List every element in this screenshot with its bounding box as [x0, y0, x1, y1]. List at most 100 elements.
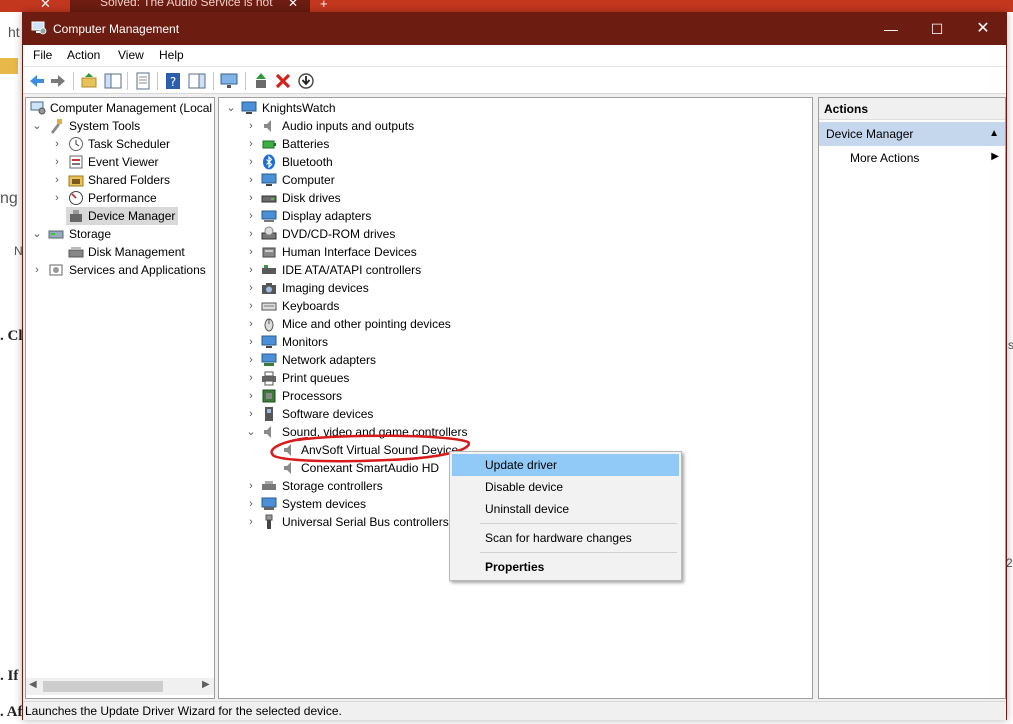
- chevron-right-icon[interactable]: ›: [31, 261, 43, 279]
- tree-node-audio-inputs[interactable]: › Audio inputs and outputs: [221, 117, 621, 135]
- tree-node-task-scheduler[interactable]: › Task Scheduler: [28, 135, 214, 153]
- browser-tab[interactable]: Solved: The Audio Service is not ✕: [70, 0, 310, 12]
- tree-node-disk-drives[interactable]: › Disk drives: [221, 189, 621, 207]
- browser-new-tab-icon[interactable]: +: [320, 0, 328, 11]
- chevron-right-icon[interactable]: ›: [245, 315, 257, 333]
- chevron-right-icon[interactable]: ›: [245, 117, 257, 135]
- tree-node-computer[interactable]: › Computer: [221, 171, 621, 189]
- close-button[interactable]: ✕: [960, 13, 1006, 45]
- chevron-down-icon[interactable]: ⌄: [31, 117, 43, 135]
- disable-device-menu-item[interactable]: Disable device: [452, 476, 679, 498]
- download-arrow-icon[interactable]: [296, 71, 316, 91]
- minimize-button[interactable]: —: [868, 13, 914, 45]
- scrollbar-thumb[interactable]: [43, 681, 163, 692]
- browser-folder-icon: [0, 58, 18, 74]
- tree-node-shared-folders[interactable]: › Shared Folders: [28, 171, 214, 189]
- properties-icon[interactable]: [133, 71, 153, 91]
- tree-node-network-adapters[interactable]: › Network adapters: [221, 351, 621, 369]
- menu-view[interactable]: View: [118, 48, 144, 62]
- chevron-right-icon[interactable]: ›: [245, 153, 257, 171]
- uninstall-x-icon[interactable]: [273, 71, 293, 91]
- tree-node-imaging-devices[interactable]: › Imaging devices: [221, 279, 621, 297]
- tree-node-display-adapters[interactable]: › Display adapters: [221, 207, 621, 225]
- back-arrow-icon[interactable]: [27, 71, 47, 91]
- tree-node-performance[interactable]: › Performance: [28, 189, 214, 207]
- chevron-right-icon[interactable]: ›: [245, 513, 257, 531]
- browser-tab-close-icon[interactable]: ✕: [288, 0, 298, 10]
- chevron-right-icon[interactable]: ›: [245, 351, 257, 369]
- update-driver-icon[interactable]: [251, 71, 271, 91]
- scan-for-hardware-changes-menu-item[interactable]: Scan for hardware changes: [452, 527, 679, 549]
- battery-icon: [262, 140, 276, 149]
- browser-close-tab-icon[interactable]: ✕: [40, 0, 51, 12]
- menu-action[interactable]: Action: [67, 48, 100, 62]
- update-driver-menu-item[interactable]: Update driver: [452, 454, 679, 476]
- title-bar[interactable]: Computer Management — ☐ ✕: [23, 13, 1006, 45]
- tree-node-services-and-applications[interactable]: › Services and Applications: [28, 261, 214, 279]
- tree-node-monitors[interactable]: › Monitors: [221, 333, 621, 351]
- speaker-icon: [264, 120, 271, 132]
- chevron-right-icon[interactable]: ›: [245, 477, 257, 495]
- monitor-icon: [261, 335, 277, 348]
- tree-node-computer-management[interactable]: Computer Management (Local: [28, 99, 214, 117]
- chevron-right-icon[interactable]: ›: [245, 369, 257, 387]
- scroll-left-arrow-icon[interactable]: ◀: [29, 679, 37, 690]
- tree-node-mice[interactable]: › Mice and other pointing devices: [221, 315, 621, 333]
- tree-node-processors[interactable]: › Processors: [221, 387, 621, 405]
- tree-node-keyboards[interactable]: › Keyboards: [221, 297, 621, 315]
- chevron-right-icon[interactable]: ›: [245, 297, 257, 315]
- network-adapter-icon: [261, 353, 277, 366]
- chevron-right-icon[interactable]: ›: [245, 225, 257, 243]
- more-actions-item[interactable]: More Actions ▶: [819, 148, 1005, 168]
- chevron-right-icon[interactable]: ›: [245, 387, 257, 405]
- uninstall-device-menu-item[interactable]: Uninstall device: [452, 498, 679, 520]
- tree-node-disk-management[interactable]: Disk Management: [28, 243, 214, 261]
- show-hide-console-tree-icon[interactable]: [103, 71, 123, 91]
- monitor-icon[interactable]: [219, 71, 239, 91]
- chevron-right-icon[interactable]: ›: [51, 135, 63, 153]
- menu-help[interactable]: Help: [159, 48, 184, 62]
- tree-node-bluetooth[interactable]: › Bluetooth: [221, 153, 621, 171]
- chevron-right-icon[interactable]: ›: [245, 207, 257, 225]
- browser-tab-title: Solved: The Audio Service is not: [100, 0, 273, 9]
- chevron-right-icon[interactable]: ›: [245, 279, 257, 297]
- chevron-right-icon[interactable]: ›: [245, 135, 257, 153]
- tree-node-ide-controllers[interactable]: › IDE ATA/ATAPI controllers: [221, 261, 621, 279]
- chevron-right-icon[interactable]: ›: [51, 189, 63, 207]
- chevron-right-icon[interactable]: ›: [51, 153, 63, 171]
- tree-node-print-queues[interactable]: › Print queues: [221, 369, 621, 387]
- chevron-down-icon[interactable]: ⌄: [225, 99, 237, 117]
- tree-node-storage[interactable]: ⌄ Storage: [28, 225, 214, 243]
- menu-file[interactable]: File: [33, 48, 52, 62]
- tree-node-software-devices[interactable]: › Software devices: [221, 405, 621, 423]
- up-folder-icon[interactable]: [79, 71, 99, 91]
- chevron-right-icon[interactable]: ›: [245, 243, 257, 261]
- collapse-arrow-icon[interactable]: ▲: [989, 128, 999, 139]
- tree-node-human-interface-devices[interactable]: › Human Interface Devices: [221, 243, 621, 261]
- action-pane-icon[interactable]: [187, 71, 207, 91]
- chevron-right-icon[interactable]: ›: [51, 171, 63, 189]
- help-icon[interactable]: ?: [163, 71, 183, 91]
- chevron-right-icon[interactable]: ›: [245, 495, 257, 513]
- tree-node-dvd-drives[interactable]: › DVD/CD-ROM drives: [221, 225, 621, 243]
- tree-node-batteries[interactable]: › Batteries: [221, 135, 621, 153]
- chevron-right-icon[interactable]: ›: [245, 405, 257, 423]
- tree-node-system-tools[interactable]: ⌄ System Tools: [28, 117, 214, 135]
- horizontal-scrollbar[interactable]: ◀ ▶: [26, 678, 214, 695]
- chevron-down-icon[interactable]: ⌄: [245, 423, 257, 441]
- chevron-right-icon[interactable]: ›: [245, 333, 257, 351]
- forward-arrow-icon[interactable]: [48, 71, 68, 91]
- properties-menu-item[interactable]: Properties: [452, 556, 679, 578]
- computer-management-window: Computer Management — ☐ ✕ File Action Vi…: [22, 12, 1007, 720]
- tree-node-event-viewer[interactable]: › Event Viewer: [28, 153, 214, 171]
- page-text-fragment: . Cl: [0, 328, 23, 344]
- chevron-right-icon[interactable]: ›: [245, 171, 257, 189]
- tree-node-knightswatch[interactable]: ⌄ KnightsWatch: [221, 99, 521, 117]
- actions-section-device-manager[interactable]: Device Manager ▲: [819, 122, 1005, 146]
- tree-node-device-manager[interactable]: Device Manager: [66, 207, 178, 225]
- scroll-right-arrow-icon[interactable]: ▶: [202, 679, 210, 690]
- chevron-right-icon[interactable]: ›: [245, 261, 257, 279]
- chevron-down-icon[interactable]: ⌄: [31, 225, 43, 243]
- maximize-button[interactable]: ☐: [914, 13, 960, 45]
- chevron-right-icon[interactable]: ›: [245, 189, 257, 207]
